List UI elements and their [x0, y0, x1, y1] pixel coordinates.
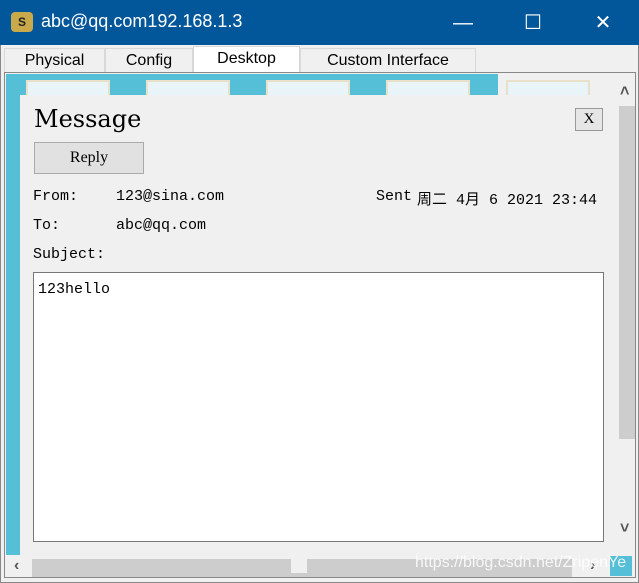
window-title: abc@qq.com192.168.1.3: [41, 11, 243, 31]
vertical-scroll-track[interactable]: [619, 106, 635, 439]
message-panel: Message X Reply From: 123@sina.com Sent …: [20, 95, 616, 555]
to-label: To:: [33, 217, 61, 234]
from-label: From:: [33, 188, 79, 205]
to-value: abc@qq.com: [116, 217, 207, 234]
sent-value: 周二 4月 6 2021 23:44: [417, 192, 598, 209]
email-app-icon: S: [11, 12, 33, 32]
desktop-content: Message X Reply From: 123@sina.com Sent …: [4, 72, 636, 578]
scroll-up-icon[interactable]: ˄: [620, 83, 629, 101]
window-body: Physical Config Desktop Custom Interface…: [0, 45, 639, 583]
subject-label: Subject:: [33, 246, 106, 263]
message-title: Message: [34, 105, 142, 133]
message-body[interactable]: 123hello: [33, 272, 604, 542]
message-body-text: 123hello: [38, 281, 111, 298]
close-message-button[interactable]: X: [575, 108, 603, 131]
reply-button[interactable]: Reply: [34, 142, 144, 174]
title-bar: S abc@qq.com192.168.1.3 — ☐ ✕: [0, 0, 639, 45]
scroll-left-icon[interactable]: ‹: [14, 557, 19, 575]
sent-label: Sent: [376, 188, 413, 205]
tab-physical[interactable]: Physical: [4, 48, 105, 73]
close-window-button[interactable]: ✕: [588, 8, 618, 38]
maximize-button[interactable]: ☐: [518, 8, 548, 38]
from-value: 123@sina.com: [116, 188, 225, 205]
scroll-down-icon[interactable]: ˅: [620, 520, 629, 538]
watermark: https://blog.csdn.net/ZripenYe: [415, 554, 627, 571]
horizontal-scroll-thumb[interactable]: [291, 559, 307, 573]
vertical-scrollbar[interactable]: ˄ ˅: [617, 75, 635, 555]
minimize-button[interactable]: —: [448, 8, 478, 38]
tab-config[interactable]: Config: [105, 48, 193, 73]
tab-desktop[interactable]: Desktop: [193, 46, 300, 73]
tab-custom-interface[interactable]: Custom Interface: [300, 48, 476, 73]
